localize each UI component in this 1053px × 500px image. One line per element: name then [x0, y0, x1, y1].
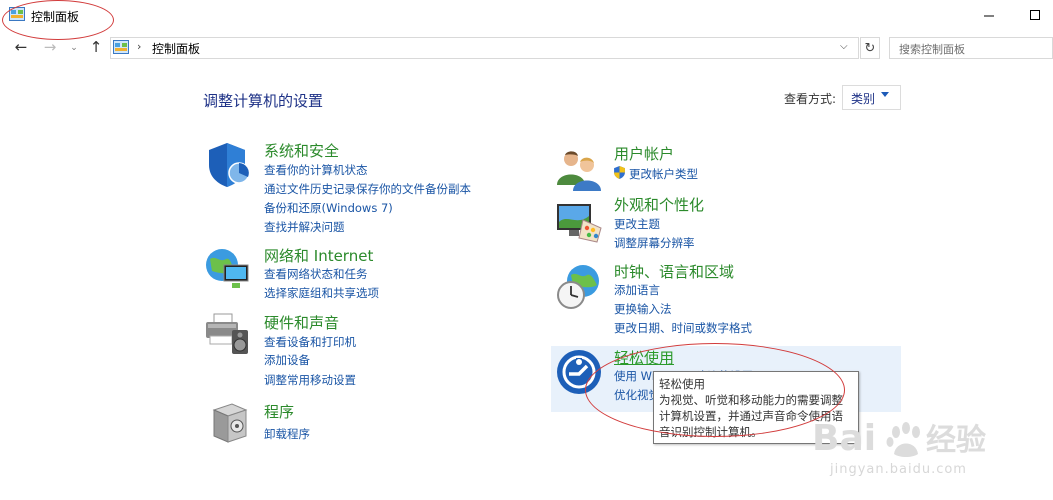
printer-speaker-icon[interactable]: [204, 310, 252, 358]
category-title[interactable]: 网络和 Internet: [264, 245, 373, 266]
maximize-button[interactable]: [1024, 4, 1046, 26]
refresh-button[interactable]: ↻: [860, 37, 880, 59]
category-link[interactable]: 添加设备: [264, 352, 310, 368]
monitor-palette-icon[interactable]: [555, 198, 603, 246]
address-dropdown-icon[interactable]: ⌵: [840, 41, 848, 52]
svg-text:经验: 经验: [926, 423, 986, 458]
dropdown-arrow-icon[interactable]: [881, 92, 889, 97]
back-arrow-icon: ←: [14, 38, 28, 56]
clock-globe-icon[interactable]: [555, 263, 603, 311]
chevron-down-icon: ⌄: [70, 43, 78, 53]
forward-arrow-icon: →: [43, 38, 57, 56]
shield-icon[interactable]: [205, 141, 253, 189]
back-button[interactable]: ←: [11, 36, 31, 58]
baidu-jingyan-watermark-logo: Bai 经验: [812, 418, 986, 459]
category-link[interactable]: 查看你的计算机状态: [264, 162, 368, 178]
recent-locations-button[interactable]: ⌄: [64, 37, 84, 59]
page-title: 调整计算机的设置: [203, 92, 324, 110]
network-globe-icon[interactable]: [204, 245, 252, 293]
search-placeholder: 搜索控制面板: [899, 43, 965, 56]
category-link[interactable]: 更改日期、时间或数字格式: [614, 320, 752, 336]
category-title[interactable]: 用户帐户: [614, 143, 674, 164]
category-link[interactable]: 添加语言: [614, 282, 660, 298]
category-link[interactable]: 卸载程序: [264, 426, 310, 442]
category-link[interactable]: 调整屏幕分辨率: [614, 235, 695, 251]
category-link[interactable]: 通过文件历史记录保存你的文件备份副本: [264, 181, 471, 197]
programs-box-icon[interactable]: [206, 398, 254, 446]
title-bar: [0, 0, 1053, 32]
uac-shield-icon: [614, 166, 625, 179]
category-title[interactable]: 时钟、语言和区域: [614, 261, 734, 282]
annotation-oval: [2, 0, 114, 40]
up-button[interactable]: ↑: [86, 36, 106, 58]
refresh-icon: ↻: [864, 40, 876, 56]
address-bar[interactable]: [110, 37, 859, 59]
category-link[interactable]: 更改帐户类型: [629, 166, 698, 182]
category-link[interactable]: 备份和还原(Windows 7): [264, 200, 393, 216]
category-title[interactable]: 硬件和声音: [264, 312, 339, 333]
watermark-url: jingyan.baidu.com: [830, 462, 967, 477]
annotation-oval: [585, 343, 845, 437]
breadcrumb-separator-icon[interactable]: ›: [137, 40, 141, 53]
minimize-icon: [984, 15, 994, 17]
category-title[interactable]: 程序: [264, 401, 294, 422]
category-link[interactable]: 查看设备和打印机: [264, 334, 356, 350]
minimize-button[interactable]: [978, 4, 1000, 26]
category-link[interactable]: 调整常用移动设置: [264, 372, 356, 388]
category-link[interactable]: 更改主题: [614, 216, 660, 232]
category-link[interactable]: 选择家庭组和共享选项: [264, 285, 379, 301]
up-arrow-icon: ↑: [89, 38, 103, 56]
users-icon[interactable]: [555, 145, 603, 193]
category-link[interactable]: 更换输入法: [614, 301, 672, 317]
control-panel-icon: [113, 40, 129, 54]
category-title[interactable]: 系统和安全: [264, 140, 339, 161]
category-title[interactable]: 外观和个性化: [614, 194, 704, 215]
breadcrumb-item[interactable]: 控制面板: [152, 40, 200, 57]
svg-text:Bai: Bai: [812, 418, 876, 459]
maximize-icon: [1030, 10, 1040, 20]
view-by-value[interactable]: 类别: [851, 90, 875, 107]
category-link[interactable]: 查看网络状态和任务: [264, 266, 368, 282]
view-by-label: 查看方式:: [784, 92, 837, 106]
category-link[interactable]: 查找并解决问题: [264, 219, 345, 235]
